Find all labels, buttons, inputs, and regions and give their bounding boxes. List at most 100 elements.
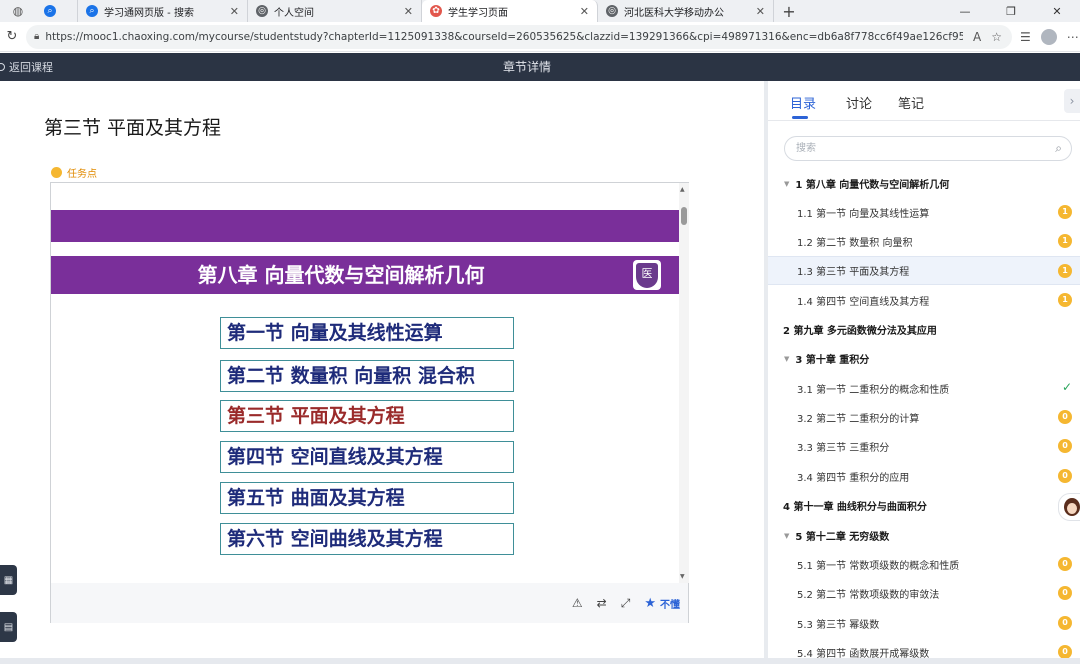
assistant-avatar[interactable] [1058,493,1080,521]
search-icon[interactable]: ⌕ [1055,137,1062,160]
slide-section-5: 第五节 曲面及其方程 [220,482,514,514]
scroll-down-icon[interactable]: ▼ [680,573,685,580]
fullscreen-icon[interactable]: ⤢ [621,596,631,611]
grid-icon: ▦ [3,574,14,586]
back-to-course-link[interactable]: 返回课程 [0,53,53,81]
task-count-badge: 1 [1058,264,1072,278]
task-count-badge: 0 [1058,469,1072,483]
globe-icon: ◎ [606,5,618,17]
task-count-badge: 1 [1058,234,1072,248]
toc-chapter[interactable]: ▼ 1 第八章 向量代数与空间解析几何 [768,169,1080,198]
toc-chapter[interactable]: ▼ 3 第十章 重积分 [768,344,1080,373]
toc-item[interactable]: 5.2 第二节 常数项级数的审敛法 0 [768,579,1080,608]
more-icon[interactable]: ⋯ [1067,30,1079,44]
close-icon[interactable]: ✕ [756,5,765,18]
slide-top-band [51,210,679,242]
slide-section-2: 第二节 数量积 向量积 混合积 [220,360,514,392]
close-icon[interactable]: ✕ [580,5,589,18]
catalog-search-input[interactable]: 搜索 ⌕ [784,136,1072,161]
restore-icon[interactable]: ❐ [988,0,1034,22]
tab-notes[interactable]: 笔记 [898,93,924,112]
close-icon[interactable]: ✕ [404,5,413,18]
star-icon[interactable]: ★ [644,596,656,611]
swap-icon[interactable]: ⇄ [597,596,607,610]
browser-tab[interactable]: ◎ 个人空间 ✕ [248,0,422,22]
viewer-scrollbar[interactable]: ▲ ▼ [679,183,689,583]
url-field[interactable]: 🔒︎ https://mooc1.chaoxing.com/mycourse/s… [26,24,1012,49]
lock-icon[interactable]: 🔒︎ [34,31,39,42]
university-emblem-icon: 医 [633,260,661,290]
toc-chapter[interactable]: 4 第十一章 曲线积分与曲面积分 [768,491,1080,520]
read-aloud-icon[interactable]: A [973,30,981,44]
emblem-shield: 医 [636,262,658,288]
tab-discussion[interactable]: 讨论 [846,93,872,112]
minimize-icon[interactable]: — [942,0,988,22]
avatar-face [1067,503,1077,514]
close-window-icon[interactable]: ✕ [1034,0,1080,22]
toc-item[interactable]: 3.4 第四节 重积分的应用 0 [768,462,1080,491]
favorites-icon[interactable]: ☰ [1020,30,1031,44]
browser-tab[interactable]: ⌕ [36,0,78,22]
toc-item[interactable]: 1.2 第二节 数量积 向量积 1 [768,227,1080,256]
browser-tab[interactable]: ⌕ 学习通网页版 - 搜索 ✕ [78,0,248,22]
scroll-thumb[interactable] [681,207,687,225]
lotus-icon: ✿ [430,5,442,17]
toc-label: 3.3 第三节 三重积分 [797,443,890,454]
browser-tab[interactable]: ◎ 河北医科大学移动办公 ✕ [598,0,774,22]
slide-section-4: 第四节 空间直线及其方程 [220,441,514,473]
tab-title: 河北医科大学移动办公 [624,7,724,19]
course-header: 返回课程 章节详情 [0,53,1080,81]
address-bar-row: ↻ 🔒︎ https://mooc1.chaoxing.com/mycourse… [0,22,1080,52]
toc-chapter[interactable]: 2 第九章 多元函数微分法及其应用 [768,315,1080,344]
expand-arrow-icon[interactable]: ▼ [784,180,789,188]
floating-menu-button[interactable]: ▦ [0,565,17,595]
report-warning-icon[interactable]: ⚠ [572,596,583,610]
main-content: 第三节 平面及其方程 任务点 第八章 向量代数与空间解析几何 医 第一节 向量及… [0,81,764,664]
tab-title: 学生学习页面 [448,7,508,19]
slide-section-1: 第一节 向量及其线性运算 [220,317,514,349]
toc-item[interactable]: 5.1 第一节 常数项级数的概念和性质 0 [768,550,1080,579]
profile-avatar[interactable] [1040,28,1057,45]
back-label: 返回课程 [9,61,53,74]
task-label: 任务点 [67,169,97,180]
reload-icon[interactable]: ↻ [2,29,22,44]
toc-item[interactable]: 3.1 第一节 二重积分的概念和性质 ✓ [768,374,1080,403]
note-icon: ▤ [3,621,14,633]
window-controls: — ❐ ✕ [942,0,1080,22]
expand-arrow-icon[interactable]: ▼ [784,355,789,363]
toc-item-selected[interactable]: 1.3 第三节 平面及其方程 1 [768,256,1080,285]
search-placeholder: 搜索 [796,143,816,154]
toc-chapter[interactable]: ▼ 5 第十二章 无穷级数 [768,521,1080,550]
active-tab-indicator [792,116,808,119]
url-text: https://mooc1.chaoxing.com/mycourse/stud… [45,30,964,43]
tab-catalog[interactable]: 目录 [790,93,816,112]
completed-check-icon: ✓ [1061,380,1072,394]
task-count-badge: 0 [1058,586,1072,600]
task-point: 任务点 [51,165,97,180]
collapse-sidebar-icon[interactable]: › [1064,89,1080,113]
sidebar-tabs: 目录 讨论 笔记 › [768,81,1080,121]
toc-item[interactable]: 3.2 第二节 二重积分的计算 0 [768,403,1080,432]
extensions: ☰ ⋯ [1020,28,1079,45]
toc-label: 3 第十章 重积分 [795,355,870,366]
expand-arrow-icon[interactable]: ▼ [784,532,789,540]
tab-title: 学习通网页版 - 搜索 [104,7,194,19]
toc-item[interactable]: 1.4 第四节 空间直线及其方程 1 [768,286,1080,315]
back-icon [0,63,5,71]
close-icon[interactable]: ✕ [230,5,239,18]
favorite-star-icon[interactable]: ☆ [991,30,1002,44]
task-dot-icon [51,167,62,178]
scroll-up-icon[interactable]: ▲ [680,186,685,193]
slide-chapter-title: 第八章 向量代数与空间解析几何 [197,263,485,287]
toc-item[interactable]: 1.1 第一节 向量及其线性运算 1 [768,198,1080,227]
task-count-badge: 0 [1058,616,1072,630]
browser-tab-active[interactable]: ✿ 学生学习页面 ✕ [422,0,598,22]
new-tab-icon[interactable]: + [774,0,804,22]
toc-item[interactable]: 5.3 第三节 幂级数 0 [768,609,1080,638]
floating-note-button[interactable]: ▤ [0,612,17,642]
ppt-viewer: 第八章 向量代数与空间解析几何 医 第一节 向量及其线性运算 第二节 数量积 向… [50,182,689,623]
toc-label: 5.3 第三节 幂级数 [797,620,880,631]
toc-item[interactable]: 3.3 第三节 三重积分 0 [768,432,1080,461]
workspaces-icon[interactable]: ◍ [0,0,36,22]
dont-understand-button[interactable]: 不懂 [660,596,680,611]
